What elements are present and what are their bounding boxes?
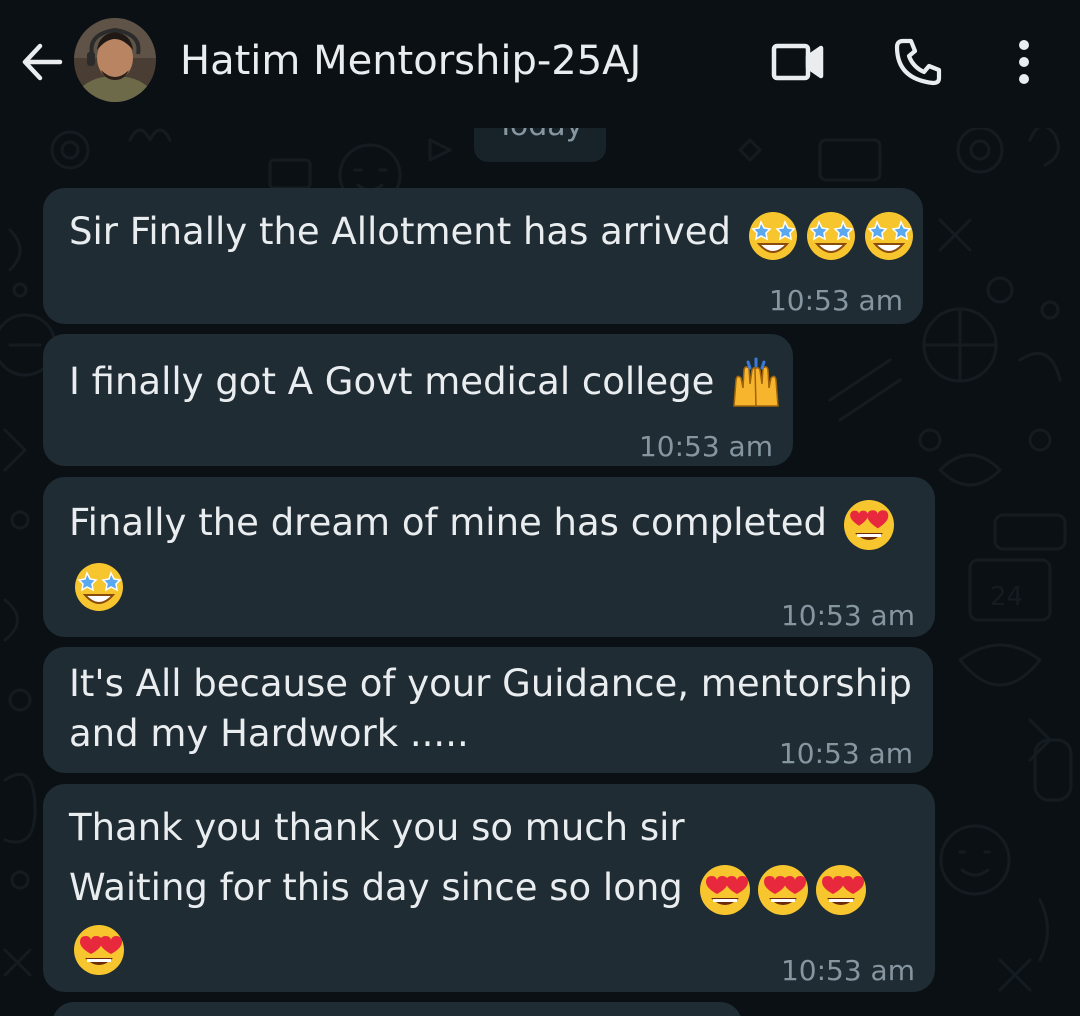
phone-icon — [894, 38, 942, 86]
message-text: Sir Finally the Allotment has arrived — [69, 202, 917, 262]
heart-eyes-emoji — [841, 497, 897, 553]
star-struck-emoji — [803, 206, 859, 262]
more-vertical-icon — [1019, 40, 1029, 84]
message-bubble[interactable]: Thank you thank you so much sir Waiting … — [43, 784, 935, 992]
message-time: 10:53 am — [780, 954, 915, 987]
message-text-line1: Thank you thank you so much sir — [69, 806, 685, 849]
svg-text:24: 24 — [990, 582, 1023, 612]
message-bubble[interactable]: Finally the dream of mine has completed … — [43, 477, 935, 637]
message-text-line2: Waiting for this day since so long — [69, 866, 683, 909]
message-bubble[interactable]: I finally got A Govt medical college 10:… — [43, 334, 793, 466]
message-time: 10:53 am — [768, 284, 903, 317]
star-struck-emoji — [861, 206, 917, 262]
message-time: 10:53 am — [780, 599, 915, 632]
message-text-line1: It's All because of your Guidance, mento… — [69, 662, 912, 705]
message-bubble-partial[interactable] — [52, 1002, 742, 1016]
chat-header: Hatim Mentorship-25AJ — [0, 0, 1080, 128]
back-button[interactable] — [14, 36, 70, 88]
more-options-button[interactable] — [994, 34, 1054, 90]
avatar-image — [74, 18, 156, 102]
message-bubble[interactable]: Sir Finally the Allotment has arrived 10… — [43, 188, 923, 324]
message-bubble[interactable]: It's All because of your Guidance, mento… — [43, 647, 933, 773]
video-camera-icon — [771, 43, 824, 81]
message-text: I finally got A Govt medical college — [69, 352, 784, 412]
message-time: 10:53 am — [638, 430, 773, 463]
contact-name[interactable]: Hatim Mentorship-25AJ — [180, 36, 641, 86]
heart-eyes-emoji — [71, 922, 127, 978]
raising-hands-emoji — [728, 356, 784, 412]
arrow-left-icon — [22, 43, 63, 81]
voice-call-button[interactable] — [888, 34, 948, 90]
message-text-line2 — [69, 557, 127, 613]
heart-eyes-emoji — [697, 862, 753, 918]
contact-avatar[interactable] — [74, 18, 156, 102]
heart-eyes-emoji — [813, 862, 869, 918]
chat-screen: 24 Hatim Mentorship-25AJ Sir Finally the… — [0, 0, 1080, 1016]
message-text: Thank you thank you so much sir Waiting … — [69, 798, 869, 978]
video-call-button[interactable] — [768, 34, 828, 90]
heart-eyes-emoji — [755, 862, 811, 918]
star-struck-emoji — [71, 557, 127, 613]
message-time: 10:53 am — [778, 737, 913, 770]
star-struck-emoji — [745, 206, 801, 262]
message-text: Finally the dream of mine has completed — [69, 493, 897, 553]
